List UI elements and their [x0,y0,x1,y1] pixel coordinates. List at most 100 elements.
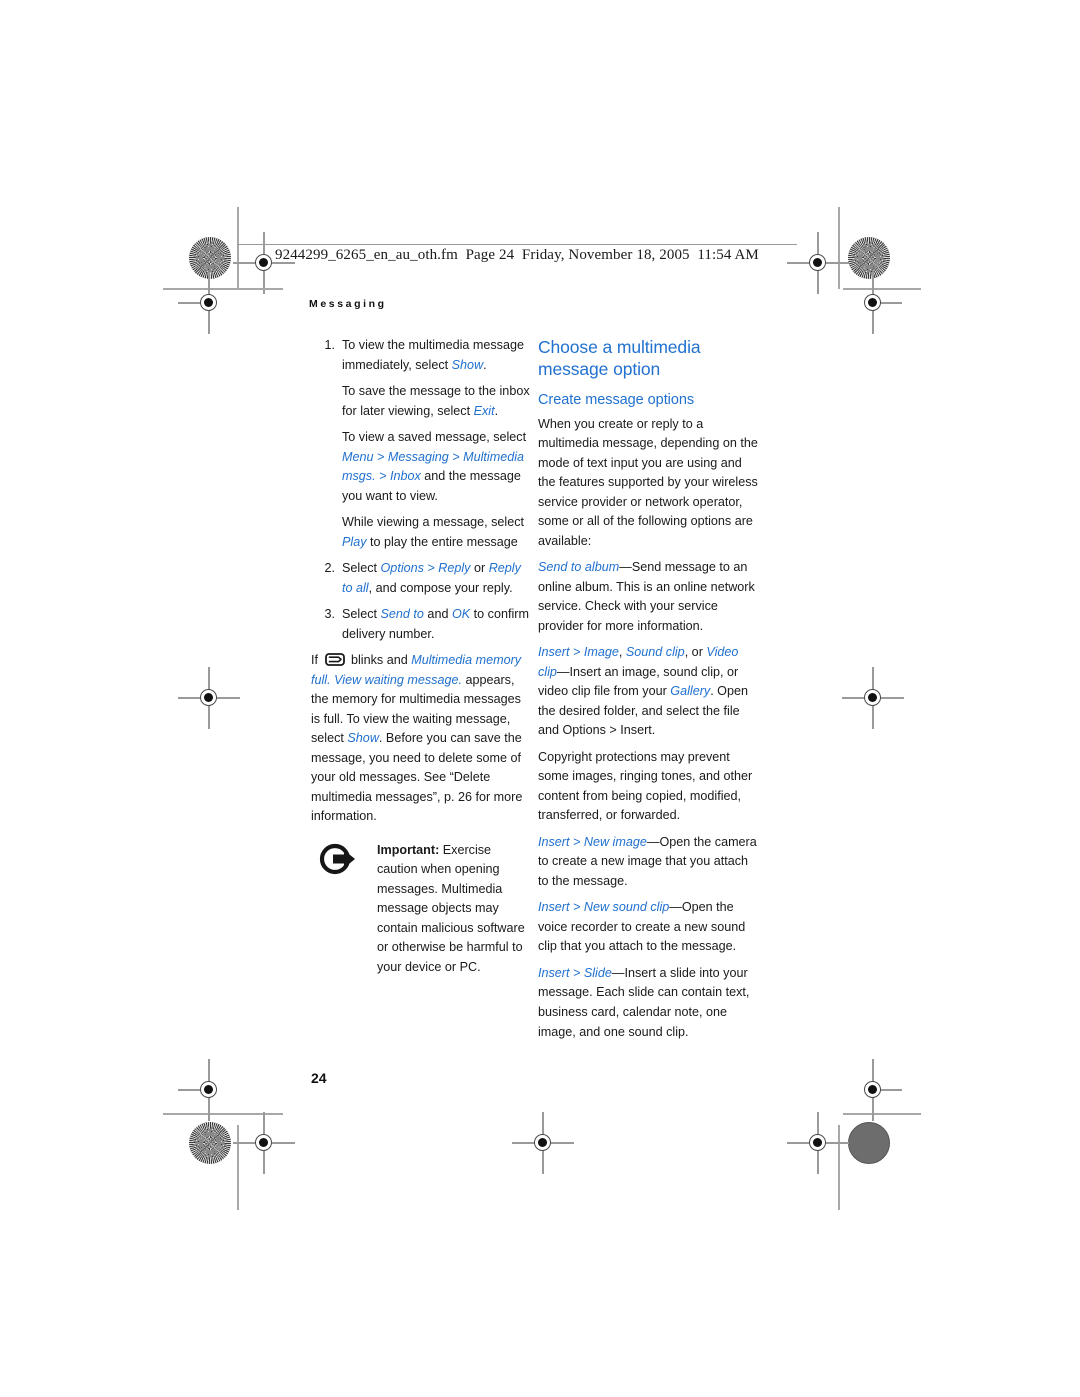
trim-line-right-lower-horizontal [843,1113,921,1115]
step-1-marker: 1. [324,338,335,352]
page-number: 24 [311,1070,327,1086]
trim-line-bottom-left-vertical [237,1125,239,1210]
option-new-image-term: New image [583,834,647,849]
registration-mark-left-middle [178,667,240,729]
para-save-to-inbox: To save the message to the inbox for lat… [311,382,533,421]
option-insert-sep-3: , or [684,645,707,660]
para-saved-em-messaging: Messaging [387,449,449,464]
density-disc-bottom-left [189,1122,231,1164]
option-insert-term-sound-clip: Sound clip [625,645,685,660]
right-column: Choose a multimedia message option Creat… [538,336,760,1049]
option-new-sound-sep: > [569,900,584,915]
option-insert-term-gallery: Gallery [670,684,711,699]
important-note-body: Exercise caution when opening messages. … [377,842,525,974]
option-new-image-sep: > [569,834,584,849]
trim-line-top-right-vertical [838,207,840,289]
para-saved-em-inbox: Inbox [389,469,421,484]
step-1-em-show: Show [451,357,484,372]
density-disc-bottom-right [848,1122,890,1164]
option-insert-sep-2: , [618,645,626,660]
para-play-message: While viewing a message, select Play to … [311,513,533,552]
option-new-image: Insert > New image—Open the camera to cr… [538,833,760,892]
registration-mark-bottom-left [233,1112,295,1174]
para-intro: When you create or reply to a multimedia… [538,416,758,548]
list-item-step-2: 2. Select Options > Reply or Reply to al… [311,559,533,598]
option-insert-term-image: Image [583,645,619,660]
option-new-sound-term-insert: Insert [538,900,570,915]
memory-full-em-show: Show [347,731,379,746]
step-2-text: Select Options > Reply or Reply to all, … [342,561,521,595]
step-3-marker: 3. [324,607,335,622]
header-slug-rule [237,244,797,246]
para-copyright: Copyright protections may prevent some i… [538,749,753,823]
option-insert-term: Insert [538,645,570,660]
para-save-em-exit: Exit [473,403,495,418]
option-new-sound-clip: Insert > New sound clip—Open the voice r… [538,898,760,957]
option-new-sound-term: New sound clip [583,900,670,915]
option-new-image-term-insert: Insert [538,834,570,849]
step-2-pre: Select [342,561,381,576]
registration-mark-left-upper [178,272,224,334]
step-2-sep-2: or [470,561,489,576]
option-send-to-album: Send to album—Send message to an online … [538,558,760,636]
step-1-text: To view the multimedia message immediate… [342,338,524,372]
registration-mark-bottom-right [787,1112,849,1174]
para-saved-sep-3: > [375,469,390,484]
registration-mark-top-right [787,232,849,294]
registration-mark-right-middle [842,667,904,729]
step-3-sep-1: and [423,607,452,622]
step-2-marker: 2. [324,561,335,576]
list-item-step-3: 3. Select Send to and OK to confirm deli… [311,605,533,644]
header-slug: 9244299_6265_en_au_oth.fm Page 24 Friday… [275,247,759,263]
option-slide-term-insert: Insert [538,965,570,980]
list-item-step-1: 1. To view the multimedia message immedi… [311,336,533,375]
important-note-label: Important: [377,842,440,857]
memory-full-mid: blinks and [347,653,412,668]
step-3-pre: Select [342,607,381,622]
density-disc-top-left [189,237,231,279]
option-insert-media: Insert > Image, Sound clip, or Video cli… [538,643,760,741]
step-3-em-send-to: Send to [380,607,424,622]
left-column: 1. To view the multimedia message immedi… [311,336,533,984]
trim-line-bottom-right-vertical [838,1125,840,1210]
step-2-em-options: Options [380,561,424,576]
chapter-running-head: Messaging [309,298,387,310]
step-2-post: , and compose your reply. [368,580,513,595]
density-disc-top-right [848,237,890,279]
para-saved-em-menu: Menu [342,449,374,464]
important-note: Important: Exercise caution when opening… [311,841,533,978]
registration-mark-bottom-center [512,1112,574,1174]
para-saved-sep-2: > [448,449,464,464]
step-1-text-pre: To view the multimedia message immediate… [342,338,524,372]
para-play-pre: While viewing a message, select [342,515,524,530]
para-saved-pre: To view a saved message, select [342,430,527,445]
option-insert-sep-1: > [569,645,584,660]
option-slide-term: Slide [583,965,612,980]
option-send-to-album-term: Send to album [538,560,620,575]
step-1-text-post: . [483,357,487,372]
registration-mark-right-upper [858,272,902,334]
para-play-em-play: Play [342,534,367,549]
step-2-sep-1: > [423,561,439,576]
trim-line-left-lower-horizontal [163,1113,283,1115]
arrow-circle-icon [315,842,359,876]
step-3-text: Select Send to and OK to confirm deliver… [342,607,529,641]
trim-line-top-left-vertical [237,207,239,289]
option-slide: Insert > Slide—Insert a slide into your … [538,964,760,1042]
step-2-em-reply: Reply [438,561,471,576]
page-title: Choose a multimedia message option [538,337,701,380]
section-subtitle: Create message options [538,392,695,409]
para-save-post: . [494,403,499,418]
registration-mark-right-lower [858,1059,902,1121]
para-memory-full: If blinks and Multimedia memory full. Vi… [311,651,533,827]
para-save-pre: To save the message to the inbox for lat… [342,384,530,418]
para-saved-sep-1: > [373,449,388,464]
option-slide-sep: > [569,965,584,980]
para-view-saved-message: To view a saved message, select Menu > M… [311,428,533,506]
important-note-text: Important: Exercise caution when opening… [377,843,525,974]
memory-full-pre: If [311,653,322,668]
step-3-em-ok: OK [451,607,471,622]
envelope-icon [324,653,345,667]
registration-mark-left-lower [178,1059,224,1121]
para-play-post: to play the entire message [366,534,518,549]
